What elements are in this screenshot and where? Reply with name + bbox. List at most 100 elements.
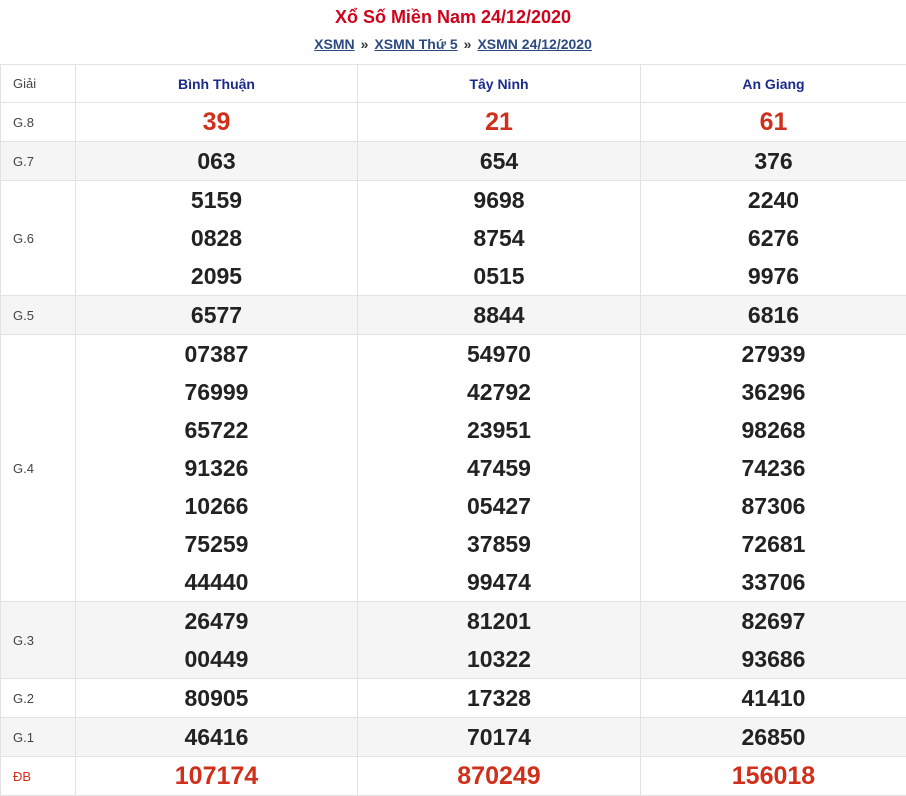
prize-number: 376 — [754, 148, 793, 174]
prize-cell: 70174 — [357, 717, 641, 757]
prize-cell: 5159 0828 2095 — [75, 180, 358, 296]
prize-label: G.8 — [0, 102, 76, 142]
prize-cell: 26850 — [640, 717, 906, 757]
prize-number: 74236 — [741, 455, 806, 481]
prize-number: 44440 — [184, 569, 249, 595]
prize-cell: 156018 — [640, 756, 906, 796]
prize-number: 107174 — [174, 762, 259, 790]
table-row: G.5 6577 8844 6816 — [0, 295, 906, 335]
prize-number: 17328 — [467, 685, 531, 711]
prize-cell: 54970 42792 23951 47459 05427 37859 99474 — [357, 334, 641, 602]
prize-number: 00449 — [184, 646, 249, 672]
prize-number: 80905 — [184, 685, 249, 711]
table-row: G.3 26479 00449 81201 10322 82697 93686 — [0, 601, 906, 679]
prize-column-header: Giải — [0, 64, 76, 103]
prize-cell: 9698 8754 0515 — [357, 180, 641, 296]
prize-cell: 376 — [640, 141, 906, 181]
prize-number: 23951 — [467, 417, 531, 443]
page-title: Xổ Số Miền Nam 24/12/2020 — [334, 7, 572, 27]
prize-cell: 107174 — [75, 756, 358, 796]
table-row: G.2 80905 17328 41410 — [0, 678, 906, 718]
prize-number: 91326 — [184, 455, 249, 481]
prize-number: 870249 — [457, 762, 541, 790]
prize-number: 0515 — [473, 263, 525, 289]
prize-number: 21 — [485, 108, 513, 136]
prize-cell: 654 — [357, 141, 641, 181]
prize-number: 87306 — [741, 493, 806, 519]
prize-number: 05427 — [467, 493, 531, 519]
table-row: G.8 39 21 61 — [0, 102, 906, 142]
prize-cell: 870249 — [357, 756, 641, 796]
prize-number: 98268 — [741, 417, 806, 443]
breadcrumb-link-xsmn-date[interactable]: XSMN 24/12/2020 — [477, 36, 591, 52]
prize-number: 42792 — [467, 379, 531, 405]
breadcrumb: XSMN » XSMN Thứ 5 » XSMN 24/12/2020 — [0, 36, 906, 52]
breadcrumb-link-xsmn[interactable]: XSMN — [314, 36, 354, 52]
prize-cell: 80905 — [75, 678, 358, 718]
table-header-row: Giải Bình Thuận Tây Ninh An Giang — [0, 64, 906, 103]
prize-number: 27939 — [741, 341, 806, 367]
prize-number: 36296 — [741, 379, 806, 405]
table-row: G.4 07387 76999 65722 91326 10266 75259 44440 54… — [0, 334, 906, 602]
prize-cell: 17328 — [357, 678, 641, 718]
prize-number: 37859 — [467, 531, 531, 557]
prize-number: 33706 — [741, 569, 806, 595]
prize-label: G.1 — [0, 717, 76, 757]
prize-cell: 41410 — [640, 678, 906, 718]
province-header-tay-ninh[interactable]: Tây Ninh — [357, 64, 641, 103]
prize-number: 39 — [202, 108, 231, 136]
prize-cell: 82697 93686 — [640, 601, 906, 679]
prize-number: 41410 — [741, 685, 806, 711]
prize-cell: 2240 6276 9976 — [640, 180, 906, 296]
prize-cell: 6577 — [75, 295, 358, 335]
prize-cell: 46416 — [75, 717, 358, 757]
prize-label: G.2 — [0, 678, 76, 718]
prize-number: 99474 — [467, 569, 531, 595]
province-header-binh-thuan[interactable]: Bình Thuận — [75, 64, 358, 103]
prize-number: 063 — [197, 148, 236, 174]
prize-number: 61 — [759, 108, 788, 136]
prize-number: 6816 — [747, 302, 800, 328]
table-row: ĐB 107174 870249 156018 — [0, 756, 906, 796]
prize-number: 2240 — [747, 187, 800, 213]
prize-number: 54970 — [467, 341, 531, 367]
prize-cell: 39 — [75, 102, 358, 142]
prize-number: 2095 — [190, 263, 243, 289]
prize-number: 654 — [479, 148, 519, 174]
prize-number: 5159 — [190, 187, 243, 213]
prize-number: 65722 — [184, 417, 249, 443]
prize-number: 07387 — [184, 341, 249, 367]
prize-label: G.5 — [0, 295, 76, 335]
prize-number: 70174 — [467, 724, 531, 750]
prize-number: 82697 — [741, 608, 806, 634]
prize-number: 26479 — [184, 608, 249, 634]
prize-label: ĐB — [0, 756, 76, 796]
prize-number: 8754 — [473, 225, 525, 251]
prize-cell: 81201 10322 — [357, 601, 641, 679]
prize-cell: 6816 — [640, 295, 906, 335]
prize-number: 0828 — [190, 225, 243, 251]
prize-cell: 8844 — [357, 295, 641, 335]
breadcrumb-link-xsmn-thu5[interactable]: XSMN Thứ 5 — [374, 36, 457, 52]
prize-number: 9698 — [473, 187, 525, 213]
prize-number: 46416 — [184, 724, 249, 750]
prize-cell: 26479 00449 — [75, 601, 358, 679]
prize-label: G.4 — [0, 334, 76, 602]
prize-number: 10266 — [184, 493, 249, 519]
prize-number: 75259 — [184, 531, 249, 557]
table-row: G.7 063 654 376 — [0, 141, 906, 181]
breadcrumb-separator: » — [463, 36, 472, 52]
prize-label: G.7 — [0, 141, 76, 181]
prize-label: G.6 — [0, 180, 76, 296]
results-table: Giải Bình Thuận Tây Ninh An Giang G.8 39 2… — [0, 64, 906, 796]
province-header-an-giang[interactable]: An Giang — [640, 64, 906, 103]
prize-number: 6276 — [747, 225, 800, 251]
prize-number: 8844 — [473, 302, 525, 328]
table-row: G.6 5159 0828 2095 9698 8754 0515 2240 6276 9976 — [0, 180, 906, 296]
prize-number: 26850 — [741, 724, 806, 750]
prize-number: 6577 — [190, 302, 243, 328]
prize-number: 81201 — [467, 608, 531, 634]
page-header: Xổ Số Miền Nam 24/12/2020 XSMN » XSMN Thứ … — [0, 0, 906, 64]
prize-cell: 61 — [640, 102, 906, 142]
prize-cell: 21 — [357, 102, 641, 142]
